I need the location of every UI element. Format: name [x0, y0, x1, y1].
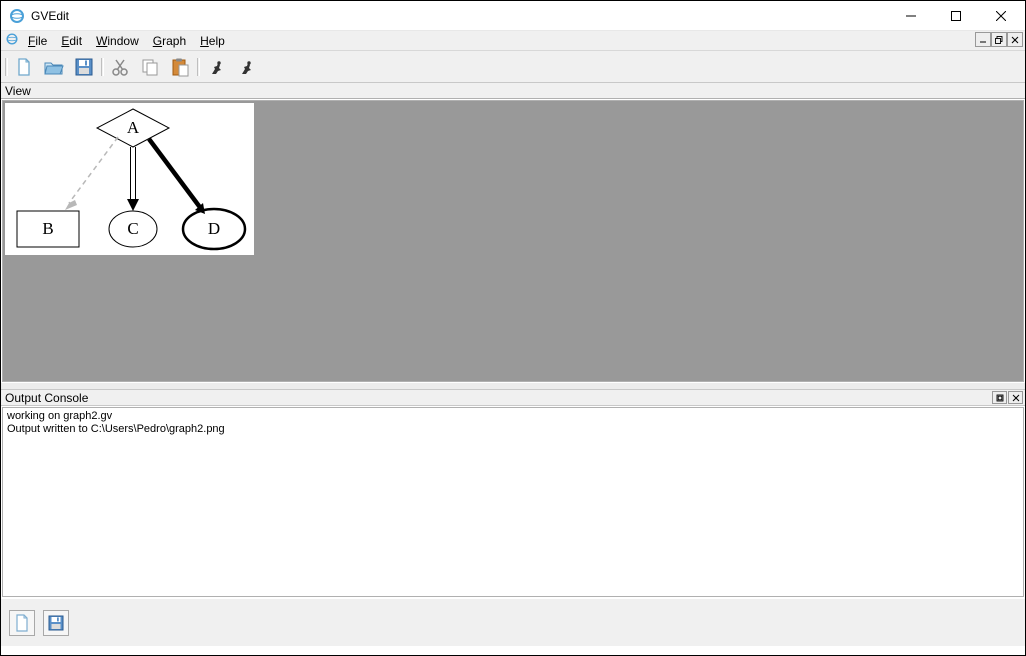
menu-window[interactable]: Window [89, 33, 146, 49]
console-line: working on graph2.gv [7, 410, 112, 422]
console-float-button[interactable] [992, 391, 1007, 404]
run-layout-button[interactable] [202, 54, 230, 80]
save-button[interactable] [70, 54, 98, 80]
menu-help[interactable]: Help [193, 33, 232, 49]
close-button[interactable] [978, 1, 1023, 30]
view-panel[interactable]: A B C D [2, 100, 1024, 382]
node-B: B [42, 219, 53, 238]
toolbar [1, 51, 1025, 83]
console-close-button[interactable] [1008, 391, 1023, 404]
view-panel-header: View [1, 83, 1025, 99]
cut-button[interactable] [106, 54, 134, 80]
output-console[interactable]: working on graph2.gv Output written to C… [2, 407, 1024, 597]
menu-edit[interactable]: Edit [54, 33, 89, 49]
minimize-button[interactable] [888, 1, 933, 30]
run-button[interactable] [232, 54, 260, 80]
mdi-minimize-button[interactable] [975, 32, 991, 47]
console-line: Output written to C:\Users\Pedro\graph2.… [7, 423, 225, 435]
copy-button[interactable] [136, 54, 164, 80]
toolbar-separator [99, 54, 105, 80]
output-console-title: Output Console [5, 391, 88, 405]
open-folder-button[interactable] [40, 54, 68, 80]
view-panel-title: View [5, 84, 31, 98]
window-title: GVEdit [31, 9, 69, 23]
toolbar-separator [195, 54, 201, 80]
new-file-button[interactable] [10, 54, 38, 80]
mdi-icon [5, 32, 19, 49]
graph-canvas: A B C D [5, 103, 254, 255]
status-bar [1, 598, 1025, 646]
menu-graph[interactable]: Graph [146, 33, 193, 49]
output-console-header: Output Console [1, 389, 1025, 406]
node-A: A [127, 118, 140, 137]
toolbar-separator [3, 54, 9, 80]
menu-bar: File Edit Window Graph Help [1, 31, 1025, 51]
node-D: D [208, 219, 220, 238]
status-save-button[interactable] [43, 610, 69, 636]
mdi-restore-button[interactable] [991, 32, 1007, 47]
maximize-button[interactable] [933, 1, 978, 30]
mdi-window-controls [975, 32, 1023, 47]
window-titlebar: GVEdit [1, 1, 1025, 31]
menu-file[interactable]: File [21, 33, 54, 49]
node-C: C [127, 219, 138, 238]
mdi-close-button[interactable] [1007, 32, 1023, 47]
status-new-button[interactable] [9, 610, 35, 636]
app-icon [9, 8, 25, 24]
paste-button[interactable] [166, 54, 194, 80]
